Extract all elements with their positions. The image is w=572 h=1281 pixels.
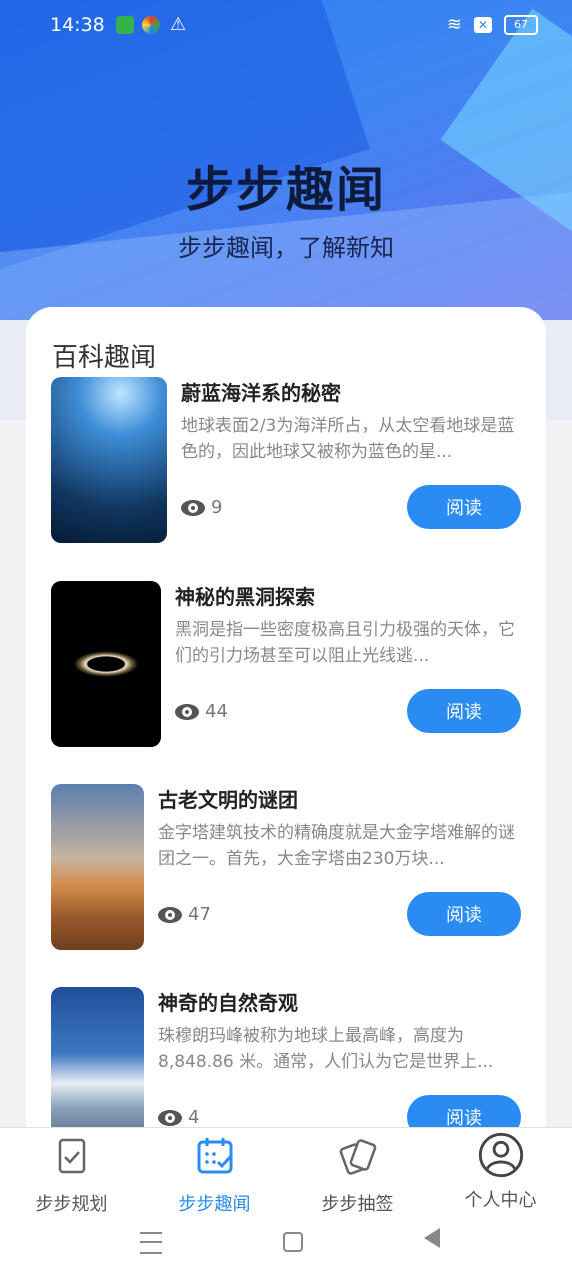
read-button[interactable]: 阅读	[407, 892, 521, 936]
eye-icon	[158, 1109, 182, 1126]
ocean-image	[51, 377, 167, 543]
pyramid-image	[51, 784, 144, 950]
section-title: 百科趣闻	[52, 343, 157, 373]
checklist-icon	[58, 1138, 85, 1174]
article-desc: 地球表面2/3为海洋所占，从太空看地球是蓝色的，因此地球又被称为蓝色的星...	[181, 416, 515, 462]
battery-icon: 67	[504, 14, 538, 35]
article-desc: 珠穆朗玛峰被称为地球上最高峰，高度为8,848.86 米。通常，人们认为它是世界…	[158, 1026, 494, 1072]
view-count-value: 4	[188, 1107, 200, 1127]
status-time: 14:38	[50, 14, 105, 36]
tab-draw[interactable]: 步步抽签	[286, 1136, 429, 1216]
user-icon	[478, 1132, 523, 1178]
article-desc: 黑洞是指一些密度极高且引力极强的天体，它们的引力场甚至可以阻止光线逃...	[175, 620, 515, 666]
article-title: 神奇的自然奇观	[158, 991, 298, 1015]
eye-icon	[181, 499, 205, 516]
black-hole-image	[51, 581, 161, 747]
tab-news[interactable]: 步步趣闻	[143, 1136, 286, 1216]
list-item[interactable]: 古老文明的谜团 金字塔建筑技术的精确度就是大金字塔难解的谜团之一。首先，大金字塔…	[51, 784, 521, 950]
read-button[interactable]: 阅读	[407, 1095, 521, 1127]
view-count: 4	[158, 1107, 199, 1127]
list-item[interactable]: 神奇的自然奇观 珠穆朗玛峰被称为地球上最高峰，高度为8,848.86 米。通常，…	[51, 987, 521, 1127]
eye-icon	[158, 906, 182, 923]
view-count-value: 9	[211, 497, 223, 518]
home-icon[interactable]	[283, 1232, 303, 1252]
read-button[interactable]: 阅读	[407, 689, 521, 733]
back-icon[interactable]	[424, 1228, 440, 1248]
tab-plan[interactable]: 步步规划	[0, 1136, 143, 1216]
sim-off-icon: ✕	[474, 16, 492, 33]
status-bar: 14:38 ⚠ ≋ ✕ 67	[0, 0, 572, 50]
tab-profile[interactable]: 个人中心	[429, 1132, 572, 1212]
view-count-value: 47	[188, 904, 211, 925]
view-count-value: 44	[205, 701, 228, 722]
menu-icon[interactable]	[140, 1232, 162, 1254]
article-list-card: 百科趣闻 蔚蓝海洋系的秘密 地球表面2/3为海洋所占，从太空看地球是蓝色的，因此…	[26, 307, 546, 1127]
wifi-icon: ≋	[446, 14, 462, 35]
mountain-image	[51, 987, 144, 1127]
eye-icon	[175, 703, 199, 720]
view-count: 47	[158, 904, 211, 925]
tab-label: 个人中心	[464, 1190, 537, 1211]
read-button[interactable]: 阅读	[407, 485, 521, 529]
warning-icon: ⚠	[170, 14, 187, 35]
app-notification-icon	[142, 16, 160, 34]
view-count: 44	[175, 701, 228, 722]
system-nav-bar	[0, 1212, 572, 1272]
cards-icon	[339, 1139, 376, 1175]
article-desc: 金字塔建筑技术的精确度就是大金字塔难解的谜团之一。首先，大金字塔由230万块..…	[158, 823, 515, 869]
list-item[interactable]: 神秘的黑洞探索 黑洞是指一些密度极高且引力极强的天体，它们的引力场甚至可以阻止光…	[51, 581, 521, 747]
article-title: 神秘的黑洞探索	[175, 585, 315, 609]
view-count: 9	[181, 497, 222, 518]
calendar-check-icon	[197, 1138, 232, 1174]
article-title: 蔚蓝海洋系的秘密	[181, 381, 341, 405]
list-item[interactable]: 蔚蓝海洋系的秘密 地球表面2/3为海洋所占，从太空看地球是蓝色的，因此地球又被称…	[51, 377, 521, 543]
app-notification-icon	[116, 16, 134, 34]
article-title: 古老文明的谜团	[158, 788, 298, 812]
page-subtitle: 步步趣闻，了解新知	[178, 234, 394, 262]
page-title: 步步趣闻	[185, 162, 386, 218]
